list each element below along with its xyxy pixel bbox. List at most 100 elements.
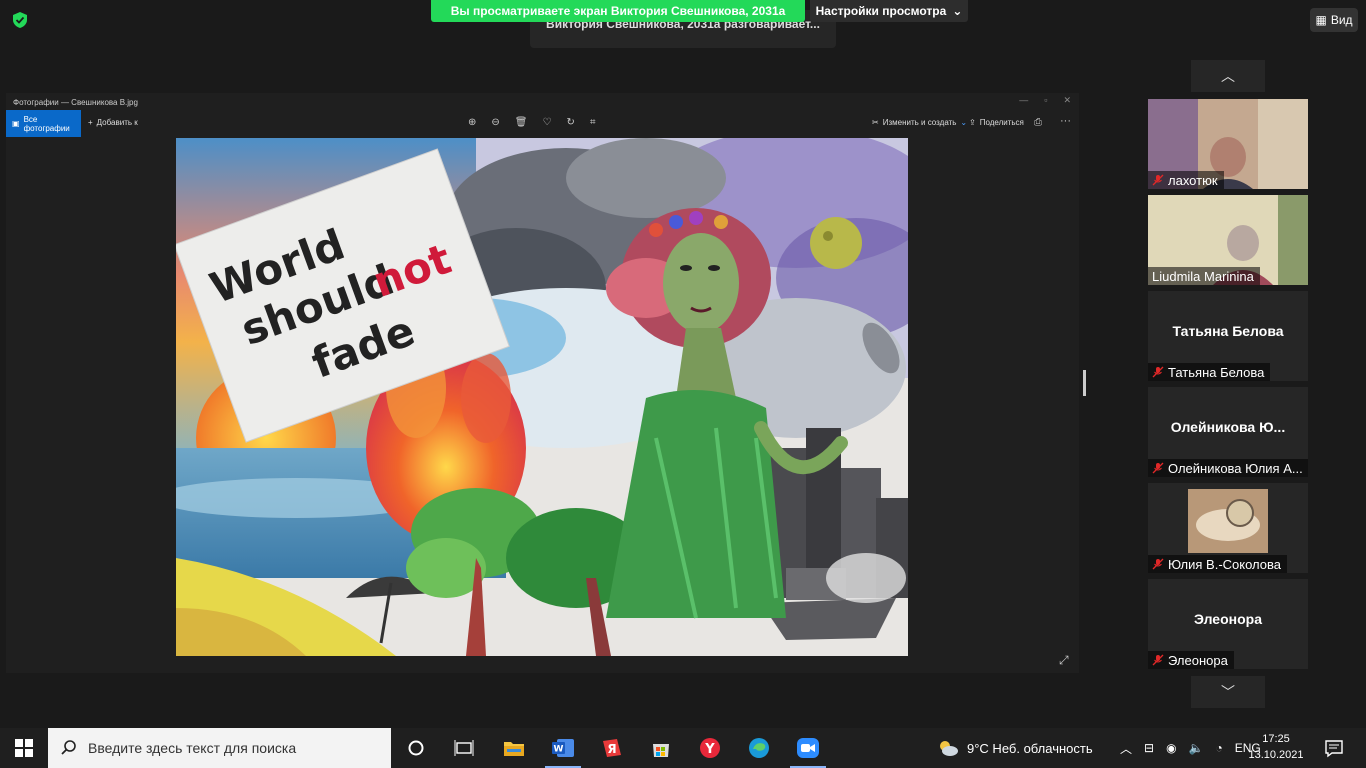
search-placeholder: Введите здесь текст для поиска: [88, 740, 297, 756]
participant-name-label: Олейникова Юлия А...: [1148, 459, 1308, 477]
grid-icon: ▦: [1315, 13, 1327, 27]
participant-tile-2[interactable]: Liudmila Marinina: [1148, 195, 1308, 285]
screen-share-banner: Вы просматриваете экран Виктория Свешник…: [431, 0, 805, 22]
participant-tile-4[interactable]: Олейникова Ю... Олейникова Юлия А...: [1148, 387, 1308, 477]
action-center-icon[interactable]: [1324, 738, 1344, 758]
speaker-icon[interactable]: 🔈: [1189, 741, 1204, 755]
edit-icon: ✂: [872, 118, 879, 127]
panel-resize-handle[interactable]: [1083, 370, 1086, 396]
add-to-label: Добавить к: [96, 118, 138, 127]
windows-taskbar: Введите здесь текст для поиска W Я Y 9°C…: [0, 728, 1366, 768]
svg-text:Я: Я: [607, 742, 616, 756]
favorite-icon: ♡: [542, 117, 552, 128]
word-icon[interactable]: W: [551, 736, 575, 760]
view-button-label: Вид: [1330, 13, 1353, 27]
photo-tools: ⊕ ⊖ 🗑 ♡ ↻ ⌗: [468, 117, 595, 128]
mic-muted-icon: [1152, 462, 1164, 474]
network-icon[interactable]: ◔: [1216, 741, 1223, 755]
participant-display-name: Олейникова Ю...: [1170, 419, 1286, 435]
zoom-meeting-window: Виктория Свешникова, 2031а разговаривает…: [0, 0, 1366, 768]
webcam-icon[interactable]: ◉: [1166, 741, 1176, 755]
share-photo-button: ⇪ Поделиться: [969, 118, 1024, 127]
file-explorer-icon[interactable]: [502, 736, 526, 760]
maximize-icon: ▫: [1044, 95, 1048, 105]
participants-scroll-down-button[interactable]: ﹀: [1191, 676, 1265, 708]
clock-time: 17:25: [1262, 733, 1290, 745]
cortana-icon[interactable]: [404, 736, 428, 760]
participant-name-label: Liudmila Marinina: [1148, 267, 1260, 285]
windows-start-icon[interactable]: [15, 739, 33, 757]
view-settings-label: Настройки просмотра: [815, 4, 947, 18]
mic-muted-icon: [1152, 366, 1164, 378]
print-icon: ⎙: [1034, 117, 1042, 128]
chevron-down-icon: ⌄: [952, 4, 963, 18]
zoom-app-icon[interactable]: [796, 736, 820, 760]
partly-cloudy-icon: [940, 741, 958, 756]
yandex-browser-icon[interactable]: Я: [600, 736, 624, 760]
microsoft-store-icon[interactable]: [649, 736, 673, 760]
participant-name-label: Татьяна Белова: [1148, 363, 1271, 381]
participant-name-label: Юлия В.-Соколова: [1148, 555, 1288, 573]
plus-icon: +: [88, 118, 93, 127]
participant-name: Олейникова Юлия А...: [1168, 460, 1303, 476]
participant-name: лахотюк: [1168, 172, 1218, 188]
share-icon: ⇪: [969, 118, 976, 127]
photos-toolbar: ▣ Все фотографии + Добавить к ⊕ ⊖ 🗑 ♡ ↻ …: [6, 110, 1079, 137]
participant-tile-6[interactable]: Элеонора Элеонора: [1148, 579, 1308, 669]
system-tray: ︿ ⊟ ◉ 🔈 ◔ ENG: [1120, 728, 1261, 768]
participant-display-name: Татьяна Белова: [1172, 323, 1284, 339]
weather-widget[interactable]: 9°C Неб. облачность: [937, 728, 1093, 768]
search-icon: [61, 740, 76, 755]
painting-artwork: World should not fade: [176, 138, 908, 656]
add-to-button: + Добавить к: [88, 118, 138, 127]
participants-scroll-up-button[interactable]: ︿: [1191, 60, 1265, 92]
participant-name: Татьяна Белова: [1168, 364, 1265, 380]
participant-name: Liudmila Marinina: [1152, 268, 1254, 284]
clock-date: 13.10.2021: [1248, 749, 1304, 761]
taskbar-clock[interactable]: 17:25 13.10.2021: [1248, 731, 1304, 763]
mic-muted-icon: [1152, 654, 1164, 666]
svg-text:W: W: [554, 745, 564, 755]
share-photo-label: Поделиться: [979, 118, 1024, 127]
participant-name: Юлия В.-Соколова: [1168, 556, 1282, 572]
mic-muted-icon: [1152, 558, 1164, 570]
delete-icon: 🗑: [514, 117, 528, 128]
edit-create-button: ✂ Изменить и создать ⌄: [872, 118, 967, 127]
close-icon: ✕: [1063, 95, 1071, 105]
participant-name-label: Элеонора: [1148, 651, 1234, 669]
participant-name: Элеонора: [1168, 652, 1228, 668]
participant-display-name: Элеонора: [1193, 611, 1262, 627]
taskbar-search-box[interactable]: Введите здесь текст для поиска: [48, 728, 391, 768]
tray-chevron-up-icon[interactable]: ︿: [1120, 740, 1132, 757]
crop-icon: ⌗: [589, 117, 596, 128]
usb-device-icon[interactable]: ⊟: [1144, 741, 1154, 755]
chevron-down-icon: ⌄: [960, 118, 968, 127]
participant-tile-3[interactable]: Татьяна Белова Татьяна Белова: [1148, 291, 1308, 381]
security-shield-icon[interactable]: [11, 11, 29, 29]
minimize-icon: —: [1019, 95, 1029, 105]
zoom-out-icon: ⊖: [491, 117, 500, 128]
all-photos-label: Все фотографии: [23, 114, 70, 133]
rotate-icon: ↻: [566, 117, 575, 128]
participant-name-label: лахотюк: [1148, 171, 1224, 189]
participant-tile-1[interactable]: лахотюк: [1148, 99, 1308, 189]
edge-icon[interactable]: [747, 736, 771, 760]
view-settings-dropdown[interactable]: Настройки просмотра ⌄: [810, 0, 968, 22]
edit-create-label: Изменить и создать: [882, 118, 957, 127]
svg-text:Y: Y: [704, 742, 715, 757]
all-photos-button: ▣ Все фотографии: [6, 110, 81, 137]
zoom-in-icon: ⊕: [468, 117, 477, 128]
participant-tile-5[interactable]: Юлия В.-Соколова: [1148, 483, 1308, 573]
image-icon: ▣: [12, 119, 20, 128]
fullscreen-icon: ⤢: [1059, 653, 1069, 667]
shared-painting-image: World should not fade: [176, 138, 908, 656]
more-options-icon: ···: [1060, 115, 1071, 127]
view-button[interactable]: ▦ Вид: [1310, 8, 1358, 32]
yandex-icon[interactable]: Y: [698, 736, 722, 760]
weather-text: 9°C Неб. облачность: [967, 740, 1093, 756]
task-view-icon[interactable]: [452, 736, 476, 760]
window-controls: — ▫ ✕: [1019, 95, 1071, 106]
photos-window-title: Фотографии — Свешникова В.jpg: [13, 98, 138, 107]
chevron-down-icon: ﹀: [1221, 684, 1235, 700]
shared-screen-photos-window: Фотографии — Свешникова В.jpg — ▫ ✕ ▣ Вс…: [6, 93, 1079, 673]
